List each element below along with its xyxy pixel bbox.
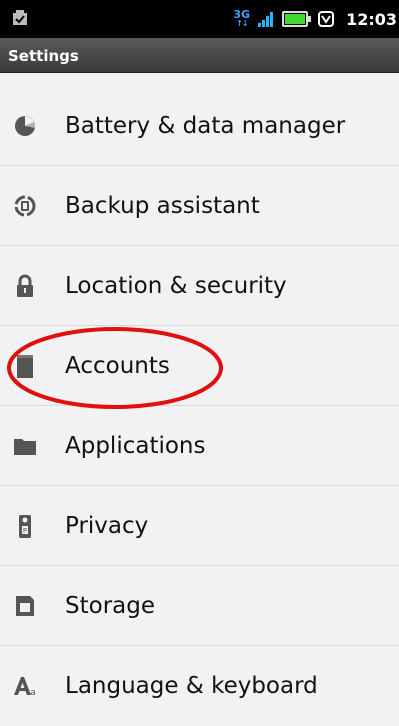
signal-icon bbox=[258, 11, 274, 27]
settings-item-location-security[interactable]: Location & security bbox=[0, 246, 399, 326]
svg-text:a: a bbox=[30, 688, 36, 698]
network-3g-icon: 3G ↑↓ bbox=[233, 8, 251, 28]
settings-list: Battery & data manager Backup assistant … bbox=[0, 86, 399, 726]
settings-item-language-keyboard[interactable]: a Language & keyboard bbox=[0, 646, 399, 726]
settings-item-label: Accounts bbox=[65, 353, 170, 379]
battery-icon bbox=[282, 11, 312, 27]
settings-item-label: Applications bbox=[65, 433, 206, 459]
lock-icon bbox=[13, 274, 37, 298]
settings-item-label: Location & security bbox=[65, 273, 287, 299]
clock: 12:03 bbox=[346, 9, 397, 29]
language-icon: a bbox=[13, 674, 37, 698]
folder-icon bbox=[13, 434, 37, 458]
settings-item-privacy[interactable]: P Privacy bbox=[0, 486, 399, 566]
page-title: Settings bbox=[8, 47, 79, 65]
settings-item-storage[interactable]: Storage bbox=[0, 566, 399, 646]
settings-item-label: Language & keyboard bbox=[65, 673, 318, 699]
settings-item-applications[interactable]: Applications bbox=[0, 406, 399, 486]
storage-icon bbox=[13, 594, 37, 618]
svg-text:P: P bbox=[23, 527, 27, 535]
alarm-icon bbox=[318, 11, 335, 27]
settings-item-backup-assistant[interactable]: Backup assistant bbox=[0, 166, 399, 246]
title-bar: Settings bbox=[0, 38, 399, 73]
sd-card-icon bbox=[12, 10, 28, 26]
settings-item-label: Storage bbox=[65, 593, 155, 619]
settings-item-label: Battery & data manager bbox=[65, 113, 346, 139]
accounts-icon bbox=[13, 354, 37, 378]
settings-item-label: Backup assistant bbox=[65, 193, 260, 219]
settings-item-accounts[interactable]: Accounts bbox=[0, 326, 399, 406]
battery-pie-icon bbox=[13, 114, 37, 138]
settings-item-label: Privacy bbox=[65, 513, 149, 539]
settings-item-battery-data-manager[interactable]: Battery & data manager bbox=[0, 86, 399, 166]
privacy-icon: P bbox=[13, 514, 37, 538]
backup-icon bbox=[13, 194, 37, 218]
status-bar: 3G ↑↓ 12:03 bbox=[0, 0, 399, 38]
